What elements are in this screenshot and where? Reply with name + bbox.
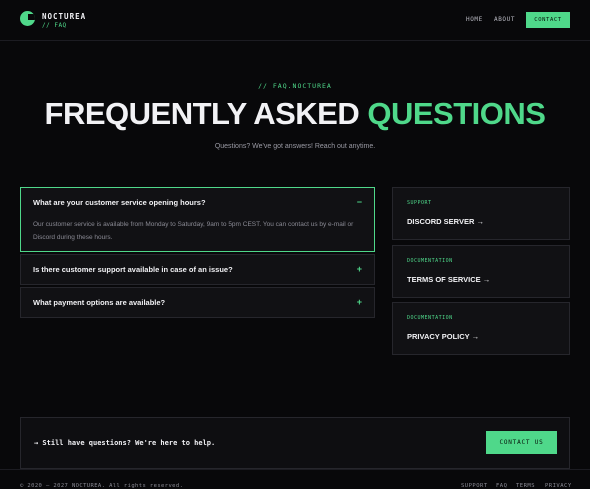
logo-mark-icon[interactable] <box>20 11 35 26</box>
brand-name[interactable]: NOCTUREA <box>42 12 86 21</box>
contact-cta-banner: → Still have questions? We're here to he… <box>20 417 570 469</box>
faq-question: What are your customer service opening h… <box>33 198 206 207</box>
card-kicker: DOCUMENTATION <box>407 315 453 321</box>
expand-icon[interactable]: + <box>357 264 362 274</box>
footer-link-faq[interactable]: FAQ <box>496 483 507 489</box>
terms-of-service-card[interactable]: DOCUMENTATION TERMS OF SERVICE → <box>392 245 570 298</box>
footer-link-terms[interactable]: TERMS <box>516 483 535 489</box>
nav-contact-button[interactable]: CONTACT <box>526 12 570 28</box>
footer: © 2020 – 2027 NOCTUREA. All rights reser… <box>0 469 590 489</box>
privacy-policy-card[interactable]: DOCUMENTATION PRIVACY POLICY → <box>392 302 570 355</box>
top-navbar: NOCTUREA // FAQ HOME ABOUT CONTACT <box>0 0 590 41</box>
collapse-icon[interactable]: − <box>357 197 362 207</box>
nav-about-link[interactable]: ABOUT <box>494 16 515 23</box>
faq-item-payment-options[interactable]: What payment options are available? + <box>20 287 375 318</box>
card-title: PRIVACY POLICY → <box>407 332 480 341</box>
card-title: DISCORD SERVER → <box>407 217 484 226</box>
cta-text: → Still have questions? We're here to he… <box>34 439 216 447</box>
faq-question: Is there customer support available in c… <box>33 265 233 274</box>
faq-question: What payment options are available? <box>33 298 166 307</box>
footer-link-privacy[interactable]: PRIVACY <box>545 483 572 489</box>
brand-tag: // FAQ <box>42 22 67 29</box>
footer-link-support[interactable]: SUPPORT <box>461 483 488 489</box>
nav-home-link[interactable]: HOME <box>466 16 483 23</box>
faq-answer: Our customer service is available from M… <box>33 221 354 241</box>
copyright-text: © 2020 – 2027 NOCTUREA. All rights reser… <box>20 483 184 489</box>
page-title-accent: QUESTIONS <box>367 96 546 131</box>
page-title: FREQUENTLY ASKED QUESTIONS <box>0 96 590 132</box>
card-title: TERMS OF SERVICE → <box>407 275 491 284</box>
contact-us-button[interactable]: CONTACT US <box>486 431 557 454</box>
hero-eyebrow: // FAQ.NOCTUREA <box>258 82 332 90</box>
card-kicker: DOCUMENTATION <box>407 258 453 264</box>
card-kicker: SUPPORT <box>407 200 432 206</box>
expand-icon[interactable]: + <box>357 297 362 307</box>
page-title-main: FREQUENTLY ASKED <box>44 96 360 131</box>
discord-server-card[interactable]: SUPPORT DISCORD SERVER → <box>392 187 570 240</box>
faq-item-support-issue[interactable]: Is there customer support available in c… <box>20 254 375 285</box>
hero-subtitle: Questions? We've got answers! Reach out … <box>214 143 376 150</box>
faq-item-opening-hours[interactable]: What are your customer service opening h… <box>20 187 375 252</box>
